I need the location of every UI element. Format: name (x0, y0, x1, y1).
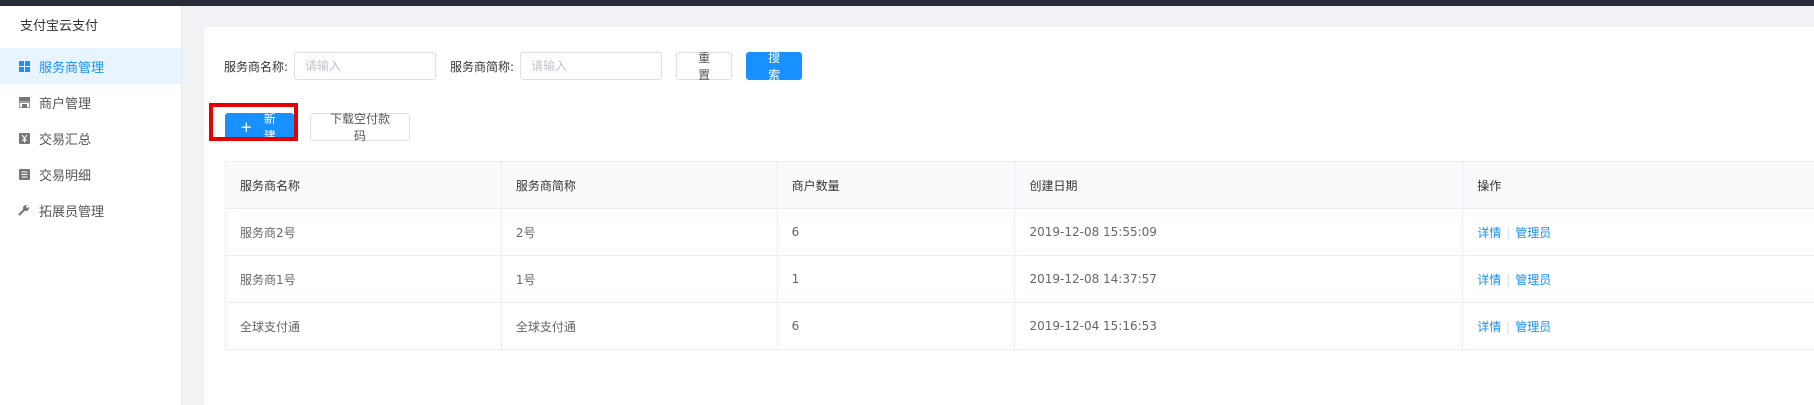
search-button[interactable]: 搜 索 (746, 51, 803, 82)
header-actions: 操作 (1462, 161, 1814, 209)
cell-created-date: 2019-12-04 15:16:53 (1014, 302, 1464, 350)
cell-actions: 详情 | 管理员 (1462, 302, 1814, 350)
separator: | (1506, 225, 1511, 240)
cell-merchant-count: 1 (777, 255, 1016, 303)
sidebar-item-transaction-summary[interactable]: 交易汇总 (0, 120, 181, 156)
reset-button[interactable]: 重 置 (676, 51, 733, 82)
sidebar-item-label: 交易汇总 (39, 132, 92, 148)
detail-link[interactable]: 详情 (1477, 320, 1501, 334)
name-field-label: 服务商名称: (224, 59, 289, 74)
cell-short-name: 1号 (501, 255, 778, 303)
admin-link[interactable]: 管理员 (1515, 226, 1551, 240)
header-merchant-count: 商户数量 (777, 161, 1016, 209)
store-icon (18, 96, 30, 108)
table-row: 全球支付通 全球支付通 6 2019-12-04 15:16:53 详情 | 管理员 (225, 302, 1814, 350)
header-short-name: 服务商简称 (501, 161, 778, 209)
name-search-input[interactable] (294, 52, 437, 80)
cell-name: 全球支付通 (225, 302, 502, 350)
grid-icon (18, 60, 30, 72)
header-name: 服务商名称 (225, 161, 502, 209)
detail-link[interactable]: 详情 (1477, 226, 1501, 240)
sidebar-item-expander[interactable]: 拓展员管理 (0, 192, 181, 228)
cell-actions: 详情 | 管理员 (1462, 208, 1814, 256)
main-content: 服务商名称: 服务商简称: 重 置 搜 索 + 新建 下载空付款码 服务商名称 … (204, 27, 1814, 405)
table-header-row: 服务商名称 服务商简称 商户数量 创建日期 操作 (225, 161, 1814, 209)
sidebar: 支付宝云支付 服务商管理 商户管理 交易汇总 交易明细 拓展员管理 (0, 6, 182, 405)
cell-merchant-count: 6 (777, 302, 1016, 350)
service-provider-table: 服务商名称 服务商简称 商户数量 创建日期 操作 服务商2号 2号 6 2019… (225, 161, 1814, 350)
list-icon (18, 168, 30, 180)
wrench-icon (18, 204, 30, 216)
cell-short-name: 2号 (501, 208, 778, 256)
sidebar-item-service-provider[interactable]: 服务商管理 (0, 48, 181, 84)
sidebar-brand: 支付宝云支付 (20, 19, 99, 34)
yen-icon (18, 132, 30, 144)
short-name-field-label: 服务商简称: (450, 59, 515, 74)
admin-link[interactable]: 管理员 (1515, 320, 1551, 334)
cell-name: 服务商1号 (225, 255, 502, 303)
detail-link[interactable]: 详情 (1477, 273, 1501, 287)
sidebar-item-transaction-detail[interactable]: 交易明细 (0, 156, 181, 192)
plus-icon: + (240, 117, 253, 136)
cell-name: 服务商2号 (225, 208, 502, 256)
sidebar-item-label: 服务商管理 (39, 60, 105, 76)
cell-merchant-count: 6 (777, 208, 1016, 256)
cell-short-name: 全球支付通 (501, 302, 778, 350)
admin-link[interactable]: 管理员 (1515, 273, 1551, 287)
new-button-label: 新建 (263, 112, 276, 143)
sidebar-item-label: 商户管理 (39, 96, 92, 112)
action-bar: + 新建 下载空付款码 (225, 112, 410, 143)
table-row: 服务商1号 1号 1 2019-12-08 14:37:57 详情 | 管理员 (225, 255, 1814, 303)
sidebar-item-label: 交易明细 (39, 168, 92, 184)
download-qr-button[interactable]: 下载空付款码 (310, 112, 410, 143)
cell-created-date: 2019-12-08 14:37:57 (1014, 255, 1464, 303)
header-created-date: 创建日期 (1014, 161, 1464, 209)
search-form: 服务商名称: 服务商简称: 重 置 搜 索 (224, 51, 803, 82)
short-name-search-input[interactable] (520, 52, 663, 80)
table-row: 服务商2号 2号 6 2019-12-08 15:55:09 详情 | 管理员 (225, 208, 1814, 256)
sidebar-item-label: 拓展员管理 (39, 204, 105, 220)
sidebar-item-merchant[interactable]: 商户管理 (0, 84, 181, 120)
separator: | (1506, 272, 1511, 287)
separator: | (1506, 319, 1511, 334)
cell-actions: 详情 | 管理员 (1462, 255, 1814, 303)
new-button[interactable]: + 新建 (225, 112, 294, 143)
top-bar (0, 0, 1814, 6)
cell-created-date: 2019-12-08 15:55:09 (1014, 208, 1464, 256)
